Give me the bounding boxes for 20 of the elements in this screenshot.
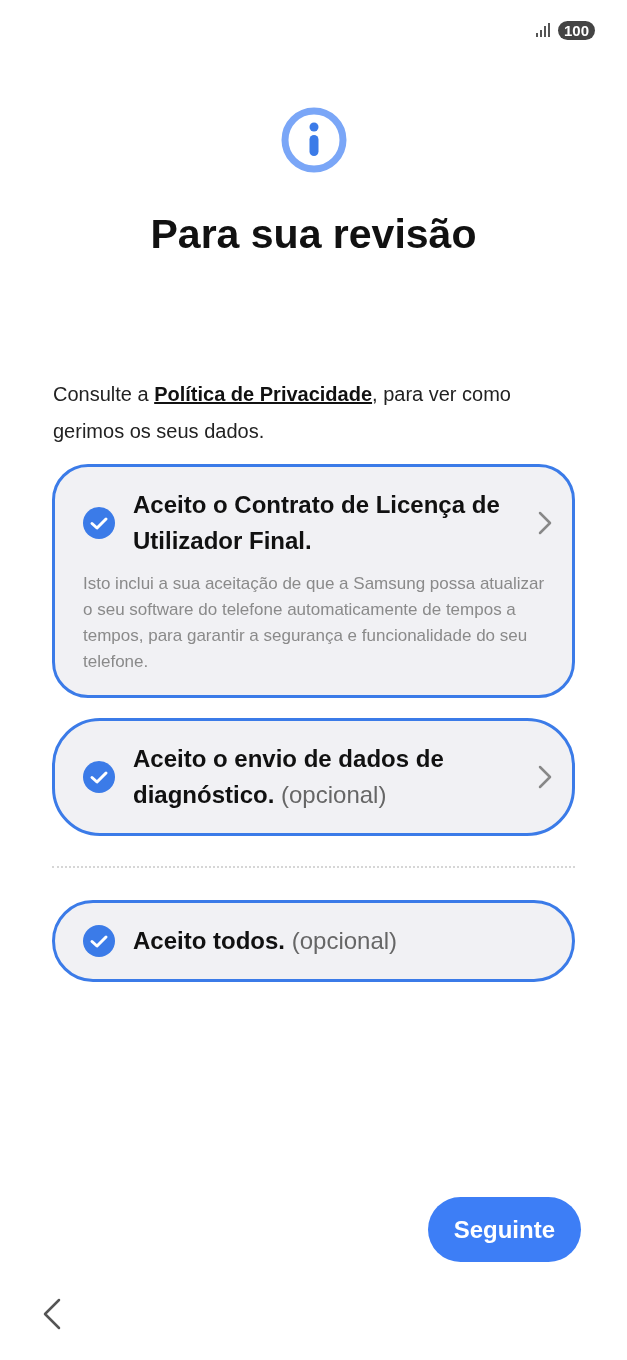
info-icon (280, 107, 347, 173)
chevron-right-icon (538, 765, 552, 789)
consent-card[interactable]: Aceito todos. (opcional) (52, 900, 575, 982)
checkbox[interactable] (83, 925, 115, 957)
checkbox[interactable] (83, 761, 115, 793)
consent-title: Aceito o envio de dados de diagnóstico. (opcional) (133, 744, 445, 810)
consent-card[interactable] (52, 464, 575, 698)
page-title: Para sua revisão (149, 211, 478, 258)
chevron-right-icon (538, 511, 552, 535)
consent-description: Isto inclui a sua aceitação de que a Samsung possa atualizar o seu software do telefone automaticamente de tempos a tempos, para garantir a segurança e funcionalidade do seu telefone. (83, 573, 546, 673)
battery-level: 100 (557, 20, 595, 40)
back-icon[interactable] (42, 1298, 62, 1330)
consent-title: Aceito o Contrato de Licença de Utilizador Final. (133, 490, 501, 556)
consent-title: Aceito todos. (opcional) (133, 926, 399, 956)
signal-icon (535, 23, 552, 37)
next-button[interactable]: Seguinte (427, 1197, 581, 1262)
consent-card[interactable]: Aceito o envio de dados de diagnóstico. (opcional) (52, 718, 575, 836)
checkbox[interactable] (83, 507, 115, 539)
privacy-policy-link[interactable]: Política de Privacidade (154, 383, 373, 405)
intro-text: Consulte a Política de Privacidade, para ver como gerimos os seus dados. (53, 382, 512, 444)
